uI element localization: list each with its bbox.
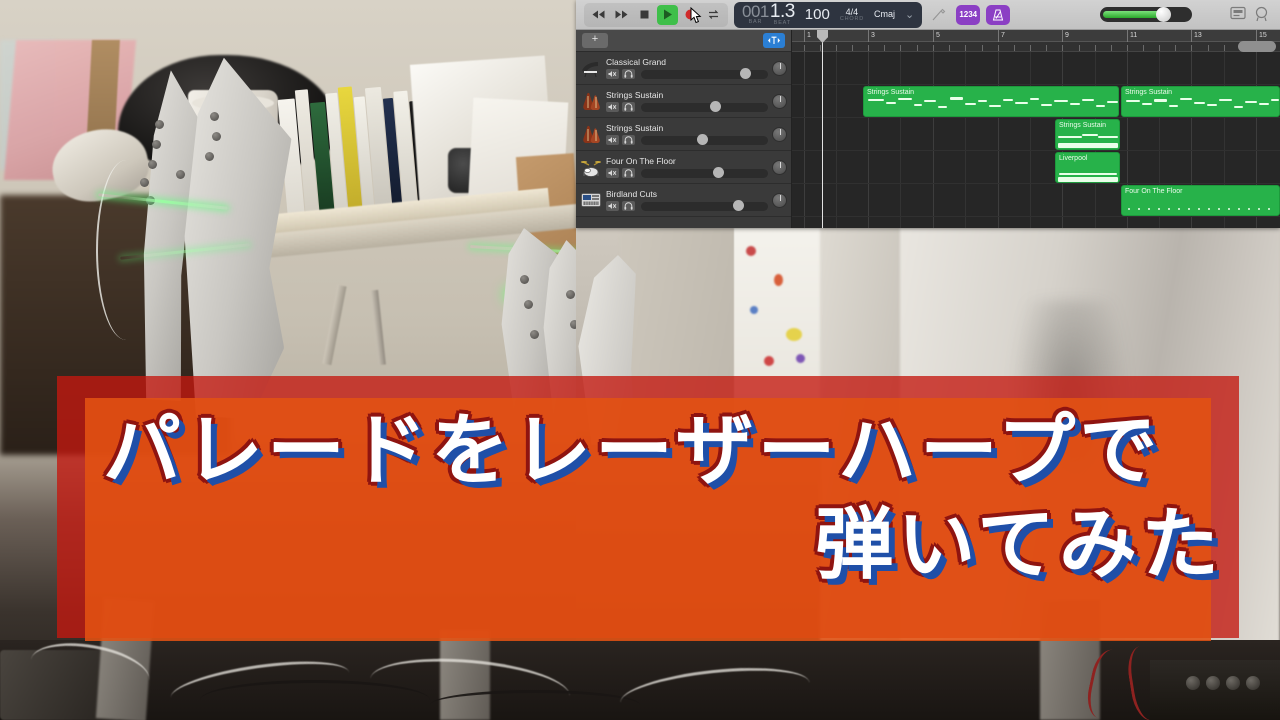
solo-icon[interactable] [622,201,635,211]
region-name: Four On The Floor [1125,188,1183,195]
ruler-mark: 7 [998,30,1005,42]
transport-group [584,2,728,27]
track-name: Four On The Floor [606,156,676,166]
lcd-bar-value: 001 [742,2,769,22]
region-strings-sustain-2[interactable]: Strings Sustain [1121,86,1280,117]
track-row-birdland-cuts[interactable]: Birdland Cuts [576,184,791,217]
pan-knob[interactable] [772,60,787,76]
rewind-button[interactable] [588,5,609,25]
track-name: Strings Sustain [606,123,664,133]
track-list-header: + [576,30,791,52]
solo-icon[interactable] [622,135,635,145]
track-volume-knob[interactable] [713,167,725,178]
track-name: Strings Sustain [606,90,664,100]
tuner-icon[interactable] [928,5,950,25]
title-line-1: パレードをレーザーハープで [103,406,1162,496]
ruler-mark: 1 [804,30,811,42]
volume-fill [1103,11,1161,18]
pan-knob[interactable] [772,93,787,109]
track-row-classical-grand[interactable]: Classical Grand [576,52,791,85]
solo-icon[interactable] [622,168,635,178]
track-volume-slider[interactable] [641,200,768,211]
ruler-mark: 5 [933,30,940,42]
track-volume-knob[interactable] [696,134,708,145]
grand-piano-icon [580,55,602,81]
lcd-bar-label: BAR [748,19,763,26]
track-volume-knob[interactable] [740,68,752,79]
track-volume-knob[interactable] [709,101,721,112]
track-volume-slider[interactable] [641,101,768,112]
track-list: + Classical Grand Strings Sustain String… [576,30,792,228]
notes-icon[interactable] [1230,6,1248,24]
mute-icon[interactable] [606,135,619,145]
ruler-mark: 11 [1127,30,1137,42]
region-four-on-the-floor[interactable]: Four On The Floor [1121,185,1280,216]
daw-toolbar: 001 BAR 1.3 BEAT 100 4/4 CHORD Cmaj ⌄ 12… [576,0,1280,30]
track-volume-slider[interactable] [641,167,768,178]
region-liverpool[interactable]: Liverpool [1055,152,1120,183]
region-strings-sustain-3[interactable]: Strings Sustain [1055,119,1120,150]
mute-icon[interactable] [606,201,619,211]
region-name: Strings Sustain [1059,122,1107,129]
loupe-icon[interactable] [1254,6,1272,24]
region-name: Strings Sustain [867,89,915,96]
video-title-overlay: パレードをレーザーハープで 弾いてみた [85,404,1245,592]
playhead [822,30,823,228]
title-line-2: 弾いてみた [815,500,1223,590]
pan-knob[interactable] [772,159,787,175]
ruler-mark: 13 [1191,30,1202,42]
track-row-strings-sustain-2[interactable]: Strings Sustain [576,118,791,151]
beat-ruler[interactable] [792,42,1280,52]
horizontal-scrollbar-thumb[interactable] [1238,41,1276,52]
daw-body: + Classical Grand Strings Sustain String… [576,30,1280,228]
volume-knob[interactable] [1156,7,1171,22]
timeline-ruler[interactable]: 1 3 5 7 9 11 13 15 [792,30,1280,42]
add-track-button[interactable]: + [582,33,608,48]
ruler-mark: 3 [868,30,875,42]
track-name: Classical Grand [606,57,666,67]
mute-icon[interactable] [606,102,619,112]
play-button[interactable] [657,4,678,25]
mute-icon[interactable] [606,69,619,79]
mute-icon[interactable] [606,168,619,178]
ruler-mark: 9 [1062,30,1069,42]
arrange-area[interactable]: 1 3 5 7 9 11 13 15 Strings Sustain Strin… [792,30,1280,228]
chevron-down-icon[interactable]: ⌄ [905,8,914,21]
lcd-tempo-value: 100 [804,6,830,23]
sampler-icon [580,187,602,213]
strings-icon [580,88,602,114]
track-lanes[interactable]: Strings Sustain Strings Sustain Strings … [792,52,1280,228]
track-controls-button[interactable] [763,33,785,48]
drum-kit-icon [580,154,602,180]
equipment-rack [1150,660,1280,720]
metronome-icon[interactable] [986,4,1011,25]
master-volume-slider[interactable] [1100,7,1192,22]
solo-icon[interactable] [622,69,635,79]
pan-knob[interactable] [772,126,787,142]
lcd-beat-value: 1.3 [769,1,795,23]
region-name: Liverpool [1059,155,1088,162]
track-row-four-on-the-floor[interactable]: Four On The Floor [576,151,791,184]
strings-icon [580,121,602,147]
lcd-chord-label: CHORD [839,15,864,22]
region-name: Strings Sustain [1125,89,1173,96]
track-name: Birdland Cuts [606,189,658,199]
track-volume-slider[interactable] [641,68,768,79]
daw-window[interactable]: 001 BAR 1.3 BEAT 100 4/4 CHORD Cmaj ⌄ 12… [576,0,1280,228]
cycle-button[interactable] [703,5,724,25]
pan-knob[interactable] [772,192,787,208]
mouse-cursor-icon [690,7,702,24]
region-strings-sustain-1[interactable]: Strings Sustain [863,86,1119,117]
lcd-key-value: Cmaj [874,9,896,20]
track-volume-knob[interactable] [732,200,744,211]
solo-icon[interactable] [622,102,635,112]
lcd-beat-label: BEAT [773,20,791,27]
lcd-display[interactable]: 001 BAR 1.3 BEAT 100 4/4 CHORD Cmaj ⌄ [734,1,923,28]
stop-button[interactable] [634,5,655,25]
track-volume-slider[interactable] [641,134,768,145]
track-row-strings-sustain-1[interactable]: Strings Sustain [576,85,791,118]
count-in-button[interactable]: 1234 [956,4,981,25]
fast-forward-button[interactable] [611,5,632,25]
